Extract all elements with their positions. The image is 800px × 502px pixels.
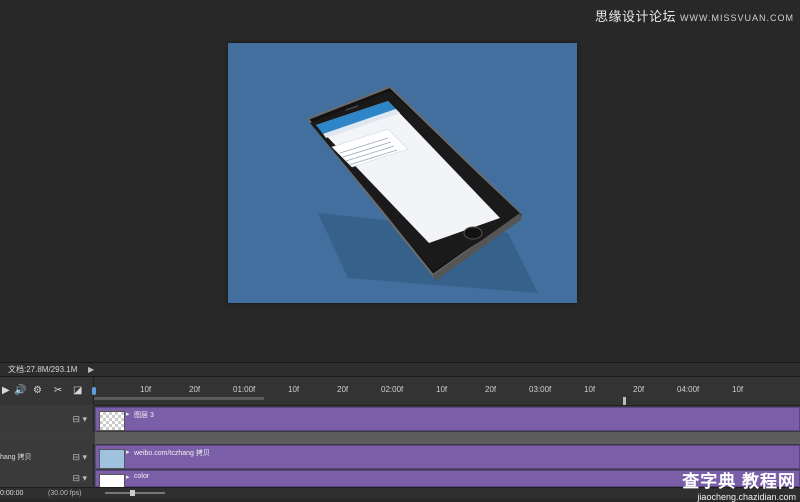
ruler-tick: 10f (436, 385, 448, 394)
ruler-tick: 10f (288, 385, 300, 394)
track-header[interactable]: ⊟ ▾ (0, 406, 94, 432)
track-options-icon[interactable]: ⊟ ▾ (72, 414, 87, 425)
ruler-tick: 20f (337, 385, 349, 394)
document-canvas[interactable] (228, 43, 577, 303)
ruler-tick: 10f (732, 385, 744, 394)
time-ruler[interactable]: 10f 20f 01:00f 10f 20f 02:00f 10f 20f 03… (94, 377, 800, 406)
track-header[interactable]: hang 拷贝 ⊟ ▾ (0, 444, 94, 470)
current-time: 0:00:00 (0, 490, 24, 497)
zoom-slider[interactable] (105, 492, 165, 494)
ruler-tick: 02:00f (381, 385, 404, 394)
ruler-tick: 10f (140, 385, 152, 394)
play-icon[interactable]: ▶ (2, 385, 10, 396)
track-gap (95, 432, 800, 444)
watermark-brand: 思缘设计论坛 (594, 9, 676, 24)
phone-mockup (306, 85, 538, 293)
watermark-top: 思缘设计论坛 WWW.MISSVUAN.COM (595, 6, 794, 25)
ruler-tick: 20f (633, 385, 645, 394)
watermark-bottom: 查字典 教程网 jiaocheng.chazidian.com (682, 467, 796, 502)
audio-icon[interactable]: 🔊 (14, 385, 26, 396)
frame-rate: (30.00 fps) (48, 490, 82, 497)
ruler-tick: 01:00f (233, 385, 256, 394)
timeline-controls: ▶ 🔊 ⚙ ✂ ◪ (0, 377, 94, 405)
clip-name: color (134, 473, 150, 480)
watermark-site: WWW.MISSVUAN.COM (680, 13, 794, 23)
clip-expand-icon[interactable]: ▸ (126, 448, 130, 456)
clip-name: weibo.com/tczhang 拷贝 (134, 450, 210, 457)
ruler-tick: 20f (485, 385, 497, 394)
clip-expand-icon[interactable]: ▸ (126, 410, 130, 418)
watermark-url: jiaocheng.chazidian.com (697, 492, 796, 502)
status-menu-arrow-icon[interactable]: ▶ (88, 363, 94, 376)
work-area-end-handle[interactable] (623, 397, 626, 405)
layer-clip[interactable]: ▸ 图层 3 (95, 407, 800, 431)
clip-name: 图层 3 (134, 412, 154, 419)
status-bar: 文档:27.8M/293.1M ▶ (0, 362, 800, 377)
track-header[interactable]: ⊟ ▾ (0, 470, 94, 487)
layer-clip[interactable]: ▸ weibo.com/tczhang 拷贝 (95, 445, 800, 469)
ruler-tick: 04:00f (677, 385, 700, 394)
playhead-handle[interactable] (92, 387, 96, 395)
ruler-tick: 10f (584, 385, 596, 394)
document-size-info: 文档:27.8M/293.1M (8, 365, 78, 374)
clip-thumbnail (99, 449, 125, 469)
track-options-icon[interactable]: ⊟ ▾ (72, 473, 87, 484)
timeline-panel: ▶ 🔊 ⚙ ✂ ◪ 10f 20f 01:00f 10f 20f 02:00f … (0, 377, 800, 499)
track-label: hang 拷贝 (0, 454, 32, 461)
timeline-footer: 0:00:00 (30.00 fps) (0, 487, 800, 499)
work-area-bar[interactable] (94, 397, 264, 400)
clip-expand-icon[interactable]: ▸ (126, 473, 130, 481)
split-icon[interactable]: ✂ (54, 385, 62, 396)
settings-icon[interactable]: ⚙ (33, 385, 42, 396)
clip-thumbnail (99, 411, 125, 431)
track-options-icon[interactable]: ⊟ ▾ (72, 452, 87, 463)
clip-thumbnail (99, 474, 125, 488)
ruler-tick: 03:00f (529, 385, 552, 394)
transition-icon[interactable]: ◪ (73, 385, 82, 396)
zoom-slider-knob[interactable] (130, 490, 135, 496)
ruler-tick: 20f (189, 385, 201, 394)
watermark-brand: 查字典 教程网 (682, 472, 796, 491)
